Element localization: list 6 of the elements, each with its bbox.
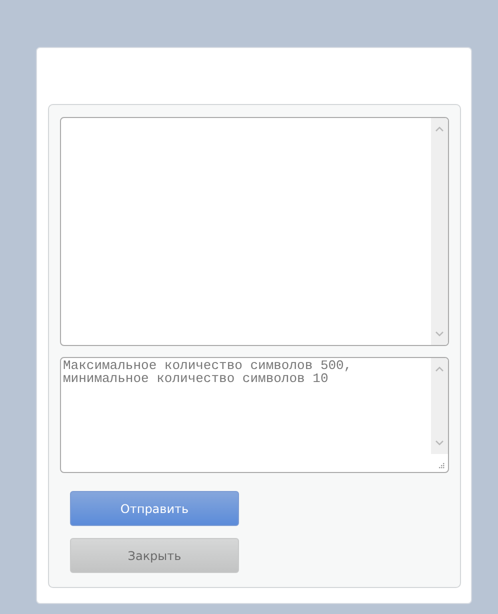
scroll-up-icon[interactable] — [435, 126, 444, 132]
scroll-up-icon[interactable] — [435, 366, 444, 372]
scroll-down-icon[interactable] — [435, 440, 444, 446]
resize-grip-icon[interactable] — [439, 463, 445, 469]
scroll-down-icon[interactable] — [435, 331, 444, 337]
send-button[interactable]: Отправить — [70, 491, 239, 526]
